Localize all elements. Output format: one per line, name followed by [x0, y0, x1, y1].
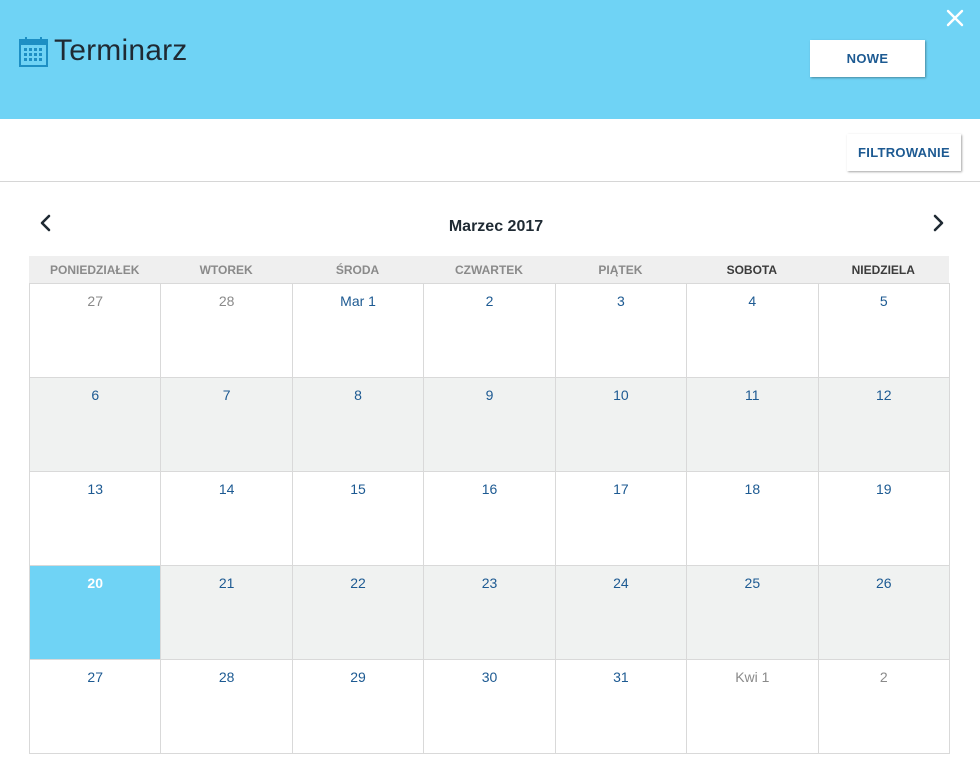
new-button[interactable]: NOWE	[810, 40, 925, 77]
filter-button[interactable]: FILTROWANIE	[847, 134, 961, 171]
weekday-label: NIEDZIELA	[851, 263, 915, 277]
day-cell[interactable]: 6	[30, 378, 162, 472]
weekday-header: PONIEDZIAŁEK WTOREK ŚRODA CZWARTEK PIĄTE…	[29, 256, 949, 284]
day-cell[interactable]: 24	[555, 566, 688, 660]
calendar-week: 13 14 15 16 17 18 19	[30, 472, 950, 566]
day-cell[interactable]: Kwi 1	[687, 660, 819, 754]
day-cell[interactable]: 13	[30, 472, 162, 566]
day-cell[interactable]: 10	[555, 378, 688, 472]
filter-toolbar: FILTROWANIE	[0, 119, 980, 182]
day-cell[interactable]: 11	[687, 378, 819, 472]
month-title: Marzec 2017	[448, 218, 544, 235]
app-header: Terminarz NOWE	[0, 0, 980, 119]
calendar-week: 27 28 29 30 31 Kwi 1 2	[30, 660, 950, 754]
day-cell[interactable]: 27	[30, 660, 162, 754]
day-cell[interactable]: 3	[555, 284, 688, 378]
weekday-label: PONIEDZIAŁEK	[50, 263, 140, 277]
day-cell[interactable]: 16	[424, 472, 556, 566]
day-cell[interactable]: 2	[424, 284, 556, 378]
day-cell[interactable]: 15	[292, 472, 425, 566]
day-cell[interactable]: 22	[292, 566, 425, 660]
day-cell[interactable]: 8	[292, 378, 425, 472]
day-cell[interactable]: 7	[161, 378, 293, 472]
day-cell[interactable]: 14	[161, 472, 293, 566]
day-cell[interactable]: 4	[687, 284, 819, 378]
day-cell[interactable]: Mar 1	[292, 284, 425, 378]
day-cell[interactable]: 25	[687, 566, 819, 660]
weekday-label: PIĄTEK	[598, 263, 643, 277]
close-icon[interactable]	[946, 9, 964, 27]
weekday-label: CZWARTEK	[454, 263, 523, 277]
weekday-label: ŚRODA	[335, 263, 380, 277]
chevron-right-icon[interactable]	[932, 212, 946, 234]
day-cell[interactable]: 17	[555, 472, 688, 566]
day-cell[interactable]: 21	[161, 566, 293, 660]
day-cell[interactable]: 31	[555, 660, 688, 754]
day-cell-today[interactable]: 20	[30, 566, 162, 660]
calendar-icon	[19, 37, 48, 67]
day-cell[interactable]: 12	[818, 378, 950, 472]
calendar-week: 20 21 22 23 24 25 26	[30, 566, 950, 660]
day-cell[interactable]: 30	[424, 660, 556, 754]
page-title: Terminarz	[54, 34, 188, 67]
weekday-label: SOBOTA	[726, 263, 778, 277]
day-cell[interactable]: 27	[30, 284, 162, 378]
day-cell[interactable]: 29	[292, 660, 425, 754]
day-cell[interactable]: 28	[161, 660, 293, 754]
day-cell[interactable]: 9	[424, 378, 556, 472]
calendar-week: 6 7 8 9 10 11 12	[30, 378, 950, 472]
day-cell[interactable]: 26	[818, 566, 950, 660]
weekday-label: WTOREK	[199, 263, 253, 277]
day-cell[interactable]: 18	[687, 472, 819, 566]
chevron-left-icon[interactable]	[38, 212, 52, 234]
day-cell[interactable]: 28	[161, 284, 293, 378]
calendar-grid: 27 28 Mar 1 2 3 4 5 6 7 8 9 10 11 12 13 …	[29, 283, 950, 754]
day-cell[interactable]: 23	[424, 566, 556, 660]
day-cell[interactable]: 2	[818, 660, 950, 754]
calendar-week: 27 28 Mar 1 2 3 4 5	[30, 284, 950, 378]
day-cell[interactable]: 19	[818, 472, 950, 566]
day-cell[interactable]: 5	[818, 284, 950, 378]
